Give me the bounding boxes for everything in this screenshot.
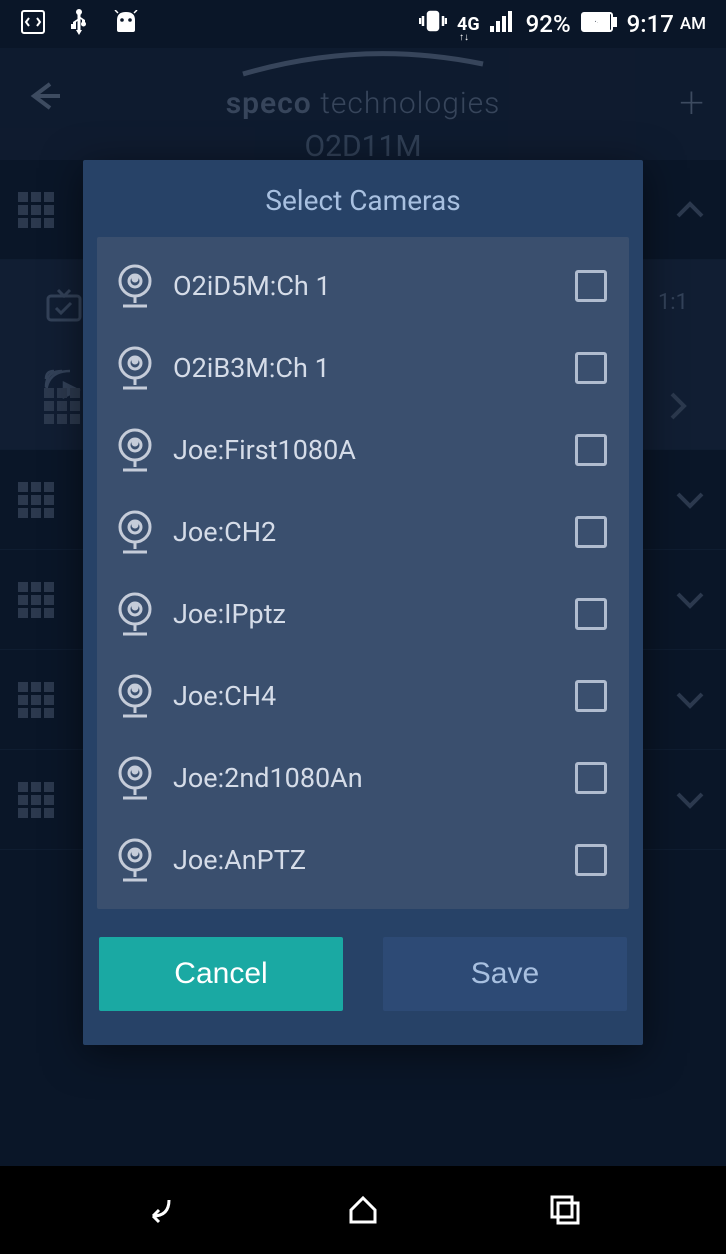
- camera-row[interactable]: Joe:AnPTZ: [97, 819, 629, 901]
- camera-list: O2iD5M:Ch 1 O2iB3M:Ch 1 Joe:First1080A J…: [97, 237, 629, 909]
- camera-row[interactable]: Joe:2nd1080An: [97, 737, 629, 819]
- cancel-button[interactable]: Cancel: [99, 937, 343, 1011]
- camera-row[interactable]: Joe:CH4: [97, 655, 629, 737]
- android-nav-bar: [0, 1166, 726, 1254]
- android-home-button[interactable]: [343, 1190, 383, 1230]
- camera-row[interactable]: O2iB3M:Ch 1: [97, 327, 629, 409]
- select-cameras-modal: Select Cameras O2iD5M:Ch 1 O2iB3M:Ch 1 J…: [83, 160, 643, 1045]
- camera-label: Joe:CH4: [173, 680, 575, 712]
- camera-checkbox[interactable]: [575, 762, 607, 794]
- camera-label: Joe:2nd1080An: [173, 762, 575, 794]
- camera-icon: [113, 836, 157, 884]
- camera-checkbox[interactable]: [575, 516, 607, 548]
- camera-row[interactable]: Joe:CH2: [97, 491, 629, 573]
- modal-title: Select Cameras: [83, 160, 643, 237]
- camera-icon: [113, 672, 157, 720]
- camera-checkbox[interactable]: [575, 270, 607, 302]
- camera-label: Joe:CH2: [173, 516, 575, 548]
- camera-icon: [113, 344, 157, 392]
- camera-label: O2iB3M:Ch 1: [173, 352, 575, 384]
- save-button[interactable]: Save: [383, 937, 627, 1011]
- camera-label: Joe:IPptz: [173, 598, 575, 630]
- camera-icon: [113, 508, 157, 556]
- camera-checkbox[interactable]: [575, 434, 607, 466]
- camera-label: Joe:AnPTZ: [173, 844, 575, 876]
- camera-label: O2iD5M:Ch 1: [173, 270, 575, 302]
- camera-icon: [113, 590, 157, 638]
- android-recents-button[interactable]: [545, 1190, 585, 1230]
- camera-icon: [113, 754, 157, 802]
- camera-checkbox[interactable]: [575, 598, 607, 630]
- camera-checkbox[interactable]: [575, 352, 607, 384]
- modal-overlay: Select Cameras O2iD5M:Ch 1 O2iB3M:Ch 1 J…: [0, 0, 726, 1254]
- camera-checkbox[interactable]: [575, 680, 607, 712]
- camera-icon: [113, 262, 157, 310]
- camera-row[interactable]: Joe:First1080A: [97, 409, 629, 491]
- camera-label: Joe:First1080A: [173, 434, 575, 466]
- camera-row[interactable]: Joe:IPptz: [97, 573, 629, 655]
- camera-row[interactable]: O2iD5M:Ch 1: [97, 245, 629, 327]
- camera-checkbox[interactable]: [575, 844, 607, 876]
- camera-icon: [113, 426, 157, 474]
- android-back-button[interactable]: [141, 1190, 181, 1230]
